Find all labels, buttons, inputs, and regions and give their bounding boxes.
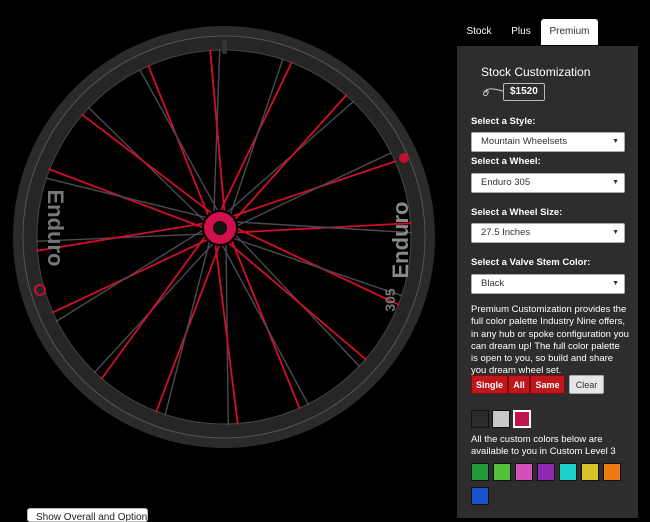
panel-title: Stock Customization xyxy=(481,65,591,79)
wheel-select[interactable]: Enduro 305 ▼ xyxy=(471,173,625,193)
wheel-preview: Enduro Enduro 305 Show Overall and Optio… xyxy=(0,0,455,522)
tab-bar: Stock Plus Premium xyxy=(457,19,638,47)
hub-axle xyxy=(213,221,227,235)
spoke xyxy=(230,58,284,214)
customization-panel: Stock Plus Premium Stock Customization $… xyxy=(457,0,638,518)
spoke xyxy=(222,245,310,406)
valve-stem xyxy=(222,40,227,54)
price-value: $1520 xyxy=(503,83,545,101)
same-button[interactable]: Same xyxy=(530,375,565,394)
custom-color-swatch[interactable] xyxy=(471,487,489,505)
tab-plus[interactable]: Plus xyxy=(501,19,541,45)
size-label: Select a Wheel Size: xyxy=(471,207,563,218)
base-color-swatch[interactable] xyxy=(492,410,510,428)
chevron-down-icon: ▼ xyxy=(612,179,619,186)
custom-color-swatch[interactable] xyxy=(603,463,621,481)
custom-color-swatch[interactable] xyxy=(515,463,533,481)
wheel-label: Select a Wheel: xyxy=(471,156,541,167)
chevron-down-icon: ▼ xyxy=(612,229,619,236)
base-color-swatch[interactable] xyxy=(471,410,489,428)
chevron-down-icon: ▼ xyxy=(612,280,619,287)
spoke xyxy=(164,242,210,416)
tab-stock[interactable]: Stock xyxy=(457,19,501,45)
custom-color-swatch[interactable] xyxy=(471,463,489,481)
hub xyxy=(204,212,236,244)
single-button[interactable]: Single xyxy=(471,375,508,394)
custom-color-swatch[interactable] xyxy=(537,463,555,481)
premium-description: Premium Customization provides the full … xyxy=(471,304,629,377)
spoke xyxy=(100,236,206,380)
tab-premium[interactable]: Premium xyxy=(541,19,598,45)
all-button[interactable]: All xyxy=(508,375,530,394)
wheel-image: Enduro Enduro 305 xyxy=(13,26,435,448)
rim-text-right: Enduro xyxy=(388,202,413,279)
style-select-value: Mountain Wheelsets xyxy=(481,136,568,147)
size-select[interactable]: 27.5 Inches ▼ xyxy=(471,223,625,243)
custom-color-swatch[interactable] xyxy=(559,463,577,481)
custom-color-swatch[interactable] xyxy=(493,463,511,481)
chevron-down-icon: ▼ xyxy=(612,138,619,145)
custom-color-swatch[interactable] xyxy=(581,463,599,481)
rim-text-left: Enduro xyxy=(43,190,68,267)
panel-body: Stock Customization $1520 Select a Style… xyxy=(457,46,638,518)
base-color-swatch[interactable] xyxy=(513,410,531,428)
clear-button[interactable]: Clear xyxy=(569,375,604,394)
valve-select[interactable]: Black ▼ xyxy=(471,274,625,294)
rim-code: 305 xyxy=(382,288,398,312)
style-select[interactable]: Mountain Wheelsets ▼ xyxy=(471,132,625,152)
style-label: Select a Style: xyxy=(471,116,536,127)
mode-button-group: Single All Same Clear xyxy=(471,375,611,394)
valve-select-value: Black xyxy=(481,278,505,289)
size-select-value: 27.5 Inches xyxy=(481,227,531,238)
wheel-select-value: Enduro 305 xyxy=(481,177,531,188)
tag-icon xyxy=(483,88,504,96)
spoke xyxy=(237,151,393,227)
spoke xyxy=(234,238,403,297)
spoke xyxy=(209,49,226,211)
valve-label: Select a Valve Stem Color: xyxy=(471,257,591,268)
spoke-nipple-right xyxy=(399,153,409,163)
show-options-button[interactable]: Show Overall and Options xyxy=(27,508,148,522)
custom-colors-note: All the custom colors below are availabl… xyxy=(471,434,616,457)
